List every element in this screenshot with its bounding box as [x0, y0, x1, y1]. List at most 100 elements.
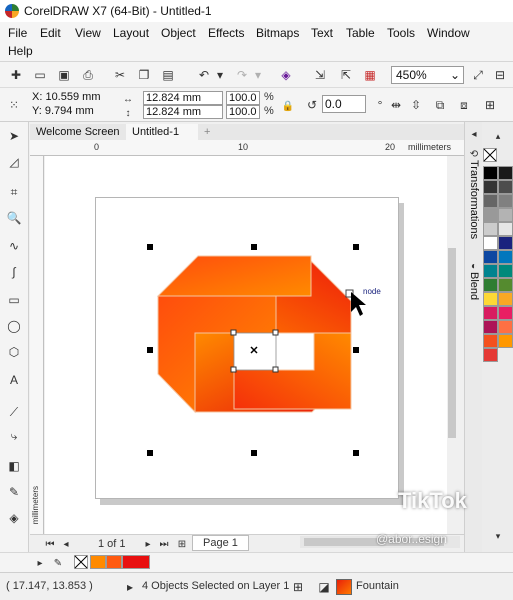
palette-swatch[interactable]	[498, 306, 513, 320]
polygon-tool-icon[interactable]: ⬡	[6, 344, 22, 360]
redo-dropdown-icon[interactable]: ▾	[250, 67, 266, 83]
palette-swatch[interactable]	[498, 208, 513, 222]
tab-welcome-screen[interactable]: Welcome Screen	[30, 124, 126, 140]
paste-icon[interactable]: ▤	[160, 67, 176, 83]
node-handle[interactable]	[230, 366, 237, 373]
selection-handle-bottom-right[interactable]	[353, 450, 359, 456]
object-origin-icon[interactable]: ⁙	[6, 97, 22, 113]
artwork-piece-top[interactable]	[156, 255, 312, 297]
redo-icon[interactable]: ↷	[234, 67, 250, 83]
eyedropper-icon[interactable]: ✎	[6, 484, 22, 500]
artwork[interactable]	[45, 156, 455, 534]
palette-swatch[interactable]	[498, 320, 513, 334]
palette-swatch[interactable]	[483, 194, 498, 208]
pick-tool-icon[interactable]: ➤	[6, 128, 22, 144]
play-icon[interactable]: ▸	[122, 579, 138, 595]
zoom-tool-icon[interactable]: 🔍	[6, 210, 22, 226]
palette-swatch[interactable]	[483, 264, 498, 278]
selection-handle-bottom-left[interactable]	[147, 450, 153, 456]
selection-handle-right[interactable]	[353, 347, 359, 353]
x-position-field[interactable]: X: 10.559 mm	[30, 91, 114, 105]
selection-handle-left[interactable]	[147, 347, 153, 353]
mirror-vertical-icon[interactable]: ⇳	[408, 97, 424, 113]
y-position-field[interactable]: Y: 9.794 mm	[30, 105, 114, 119]
combine-icon[interactable]: ⊞	[482, 97, 498, 113]
crop-tool-icon[interactable]: ⌗	[6, 184, 22, 200]
palette-swatch[interactable]	[483, 208, 498, 222]
tab-transformations[interactable]: Transformations	[467, 160, 481, 239]
palette-swatch[interactable]	[498, 166, 513, 180]
palette-swatch[interactable]	[498, 222, 513, 236]
save-icon[interactable]: ▣	[56, 67, 72, 83]
palette-swatch[interactable]	[498, 236, 513, 250]
palette-swatch[interactable]	[483, 320, 498, 334]
previous-page-icon[interactable]: ◂	[58, 536, 74, 552]
tab-blend[interactable]: Blend	[467, 272, 481, 300]
vertical-scrollbar[interactable]	[447, 156, 457, 534]
selection-handle-top-right[interactable]	[353, 244, 359, 250]
menu-edit[interactable]: Edit	[40, 24, 61, 42]
rectangle-tool-icon[interactable]: ▭	[6, 292, 22, 308]
document-color-swatch[interactable]	[90, 555, 106, 569]
palette-swatch[interactable]	[483, 222, 498, 236]
palette-swatch[interactable]	[498, 264, 513, 278]
menu-bitmaps[interactable]: Bitmaps	[256, 24, 299, 42]
ellipse-tool-icon[interactable]: ◯	[6, 318, 22, 334]
export-icon[interactable]: ⇱	[338, 67, 354, 83]
scale-x-field[interactable]: 100.0	[226, 91, 260, 105]
ungroup-icon[interactable]: ⧈	[456, 97, 472, 113]
palette-swatch[interactable]	[498, 194, 513, 208]
print-icon[interactable]: ⎙	[80, 67, 96, 83]
palette-swatch[interactable]	[483, 306, 498, 320]
undo-icon[interactable]: ↶	[196, 67, 212, 83]
menu-layout[interactable]: Layout	[113, 24, 149, 42]
palette-swatch[interactable]	[483, 166, 498, 180]
search-content-icon[interactable]: ◈	[278, 67, 294, 83]
publish-pdf-icon[interactable]: ▦	[362, 67, 378, 83]
tab-untitled-1[interactable]: Untitled-1	[126, 124, 198, 140]
palette-swatch[interactable]	[483, 292, 498, 306]
snap-to-icon[interactable]: ⊟	[492, 67, 508, 83]
cut-icon[interactable]: ✂	[112, 67, 128, 83]
menu-text[interactable]: Text	[311, 24, 333, 42]
palette-swatch[interactable]	[483, 236, 498, 250]
menu-tools[interactable]: Tools	[387, 24, 415, 42]
group-icon[interactable]: ⧉	[432, 97, 448, 113]
drop-shadow-icon[interactable]: ◧	[6, 458, 22, 474]
selection-handle-top[interactable]	[251, 244, 257, 250]
palette-swatch[interactable]	[483, 278, 498, 292]
drawing-canvas[interactable]: node	[45, 156, 455, 534]
document-palette-menu-icon[interactable]: ▸	[32, 555, 48, 571]
menu-effects[interactable]: Effects	[208, 24, 244, 42]
menu-object[interactable]: Object	[161, 24, 196, 42]
node-handle[interactable]	[272, 329, 279, 336]
node-handle[interactable]	[230, 329, 237, 336]
menu-view[interactable]: View	[75, 24, 101, 42]
new-tab-icon[interactable]: +	[198, 124, 216, 140]
new-document-icon[interactable]: ✚	[8, 67, 24, 83]
vertical-scroll-thumb[interactable]	[448, 248, 456, 438]
palette-swatch[interactable]	[483, 250, 498, 264]
node-handle[interactable]	[272, 366, 279, 373]
palette-swatch[interactable]	[483, 334, 498, 348]
palette-swatch[interactable]	[498, 334, 513, 348]
selection-handle-top-left[interactable]	[147, 244, 153, 250]
freehand-tool-icon[interactable]: ∿	[6, 238, 22, 254]
document-color-swatch[interactable]	[106, 555, 122, 569]
height-field[interactable]: 12.824 mm	[143, 105, 223, 119]
connector-tool-icon[interactable]: ⤷	[6, 428, 22, 444]
copy-icon[interactable]: ❐	[136, 67, 152, 83]
docker-collapse-icon[interactable]: ◂	[466, 126, 482, 142]
first-page-icon[interactable]: ⏮	[42, 536, 58, 552]
scale-y-field[interactable]: 100.0	[226, 105, 260, 119]
tab-page-1[interactable]: Page 1	[192, 535, 249, 551]
fill-bucket-icon[interactable]: ◪	[316, 579, 332, 595]
menu-table[interactable]: Table	[346, 24, 375, 42]
document-palette-eyedropper-icon[interactable]: ✎	[50, 555, 66, 571]
palette-swatch[interactable]	[498, 292, 513, 306]
shape-tool-icon[interactable]: ◿	[6, 154, 22, 170]
lock-ratio-icon[interactable]: 🔒	[280, 98, 296, 114]
add-page-icon[interactable]: ⊞	[174, 536, 190, 552]
document-color-swatch[interactable]	[122, 555, 150, 569]
selection-handle-bottom[interactable]	[251, 450, 257, 456]
